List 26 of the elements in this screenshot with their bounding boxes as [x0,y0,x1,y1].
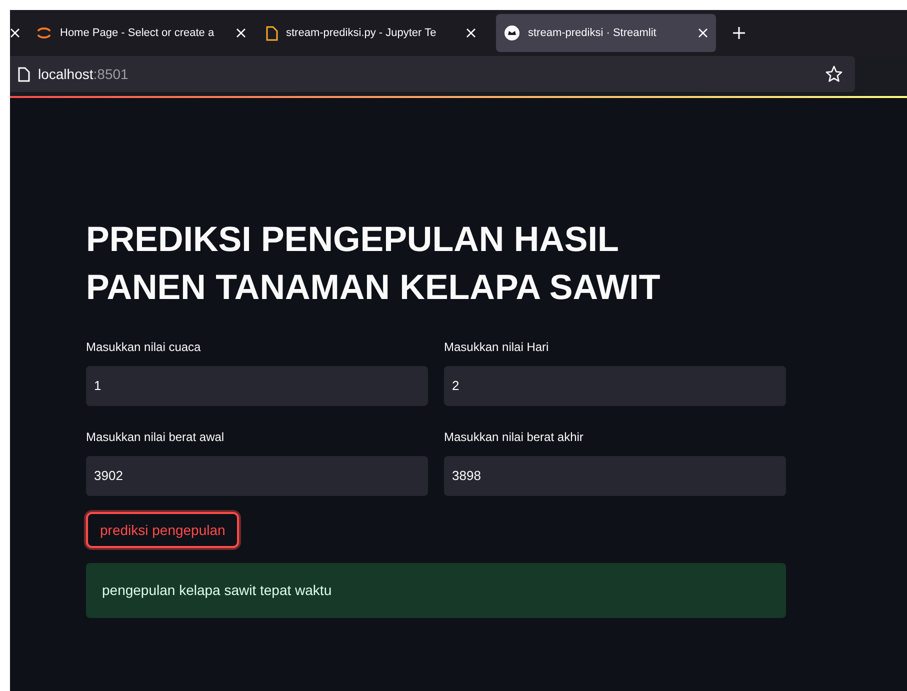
new-tab-icon[interactable] [732,26,746,40]
close-icon[interactable] [10,28,20,38]
close-icon[interactable] [236,28,246,38]
browser-tab[interactable]: stream-prediksi · Streamlit [496,14,716,52]
browser-tab[interactable]: Home Page - Select or create a [28,14,254,52]
input-field[interactable]: 3902 [86,456,428,496]
close-icon[interactable] [698,28,708,38]
crown-icon [504,25,520,41]
address-bar[interactable]: localhost:8501 [10,56,855,92]
ring-icon [36,25,52,41]
file-icon [266,26,278,40]
star-icon[interactable] [825,65,843,83]
field-label: Masukkan nilai Hari [444,339,550,356]
browser-tab[interactable]: stream-prediksi.py - Jupyter Te [258,14,484,52]
field-label: Masukkan nilai cuaca [86,339,202,356]
close-icon[interactable] [466,28,476,38]
input-field[interactable]: 1 [86,366,428,406]
predict-button[interactable]: prediksi pengepulan [86,512,240,548]
page-title: PREDIKSI PENGEPULAN HASIL PANEN TANAMAN KELAPA SAWIT [86,219,662,309]
field-label: Masukkan nilai berat awal [86,429,226,446]
success-message: pengepulan kelapa sawit tepat waktu [86,563,786,618]
input-field[interactable]: 3898 [444,456,786,496]
input-field[interactable]: 2 [444,366,786,406]
page-icon [18,66,30,82]
field-label: Masukkan nilai berat akhir [444,429,584,446]
url-text: localhost:8501 [38,64,128,84]
